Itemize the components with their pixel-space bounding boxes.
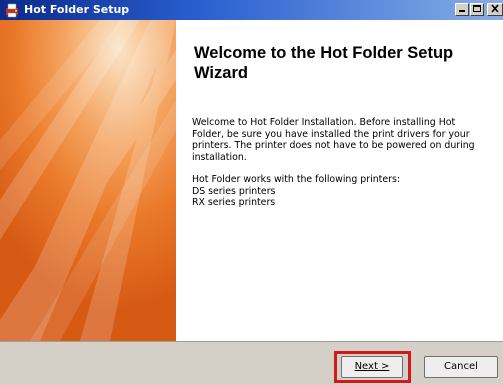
minimize-button[interactable]	[455, 3, 469, 16]
next-button-label: Next >	[354, 361, 390, 372]
text-line: Folder, be sure you have installed the p…	[192, 128, 470, 140]
text-line: Hot Folder works with the following prin…	[192, 174, 400, 185]
printers-paragraph: Hot Folder works with the following prin…	[192, 174, 497, 209]
next-button[interactable]: Next >	[341, 356, 403, 378]
maximize-button[interactable]	[470, 3, 484, 16]
page-title: Welcome to the Hot Folder Setup Wizard	[194, 44, 454, 82]
cancel-button[interactable]: Cancel	[424, 356, 498, 378]
title-bar[interactable]: Hot Folder Setup	[0, 0, 503, 20]
button-bar: Next > Cancel	[0, 341, 503, 385]
welcome-text: Welcome to Hot Folder Installation. Befo…	[192, 117, 497, 220]
light-rays-graphic	[0, 20, 176, 341]
close-button[interactable]	[487, 3, 503, 16]
close-icon	[491, 4, 499, 13]
list-item: RX series printers	[192, 197, 276, 208]
window-title: Hot Folder Setup	[24, 3, 130, 16]
printer-app-icon	[6, 3, 18, 18]
text-line: Welcome to Hot Folder Installation. Befo…	[192, 117, 456, 128]
intro-paragraph: Welcome to Hot Folder Installation. Befo…	[192, 117, 497, 163]
wizard-content: Welcome to the Hot Folder Setup Wizard W…	[176, 20, 503, 341]
minimize-icon	[459, 10, 465, 12]
wizard-side-banner	[0, 20, 176, 341]
list-item: DS series printers	[192, 185, 276, 197]
text-line: printers. The printer does not have to b…	[192, 140, 475, 151]
text-line: installation.	[192, 151, 247, 163]
maximize-icon	[473, 5, 481, 12]
